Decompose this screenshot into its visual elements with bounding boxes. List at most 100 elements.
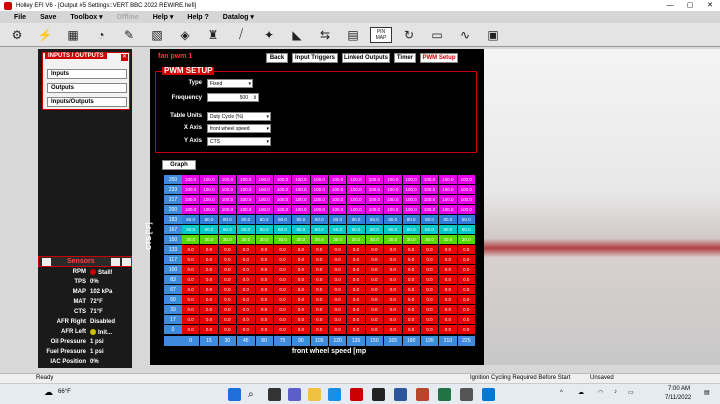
table-cell[interactable]: 60.0: [310, 225, 329, 235]
lamp-icon[interactable]: ✦: [258, 25, 280, 45]
table-cell[interactable]: 100.0: [310, 175, 329, 185]
table-cell[interactable]: 0.0: [218, 295, 238, 305]
table-cell[interactable]: 100.0: [329, 195, 348, 205]
table-cell[interactable]: 0.0: [310, 295, 329, 305]
table-cell[interactable]: 0.0: [310, 285, 329, 295]
table-cell[interactable]: 100.0: [218, 175, 238, 185]
table-cell[interactable]: 30.0: [200, 235, 219, 245]
table-cell[interactable]: 0.0: [292, 305, 311, 315]
table-cell[interactable]: 0.0: [255, 275, 274, 285]
table-cell[interactable]: 0.0: [402, 255, 421, 265]
wrench-icon[interactable]: ✎: [118, 25, 140, 45]
table-cell[interactable]: 100.0: [347, 205, 366, 215]
table-cell[interactable]: 0.0: [182, 275, 201, 285]
table-cell[interactable]: 80.0: [365, 215, 385, 225]
table-cell[interactable]: 0.0: [402, 295, 421, 305]
table-cell[interactable]: 0.0: [200, 305, 219, 315]
pin-map-icon[interactable]: PIN MAP: [370, 26, 392, 43]
word-icon[interactable]: [394, 388, 407, 401]
table-cell[interactable]: 100.0: [420, 205, 440, 215]
table-cell[interactable]: 80.0: [402, 215, 421, 225]
table-cell[interactable]: 0.0: [255, 315, 274, 325]
table-cell[interactable]: 0.0: [310, 305, 329, 315]
table-cell[interactable]: 100.0: [402, 175, 421, 185]
table-cell[interactable]: 0.0: [457, 295, 476, 305]
table-cell[interactable]: 0.0: [255, 265, 274, 275]
table-cell[interactable]: 0.0: [237, 245, 256, 255]
table-cell[interactable]: 100.0: [384, 195, 403, 205]
table-cell[interactable]: 80.0: [237, 215, 256, 225]
table-cell[interactable]: 100.0: [182, 205, 201, 215]
table-cell[interactable]: 100.0: [402, 195, 421, 205]
table-cell[interactable]: 80.0: [255, 215, 274, 225]
minimize-button[interactable]: —: [660, 0, 680, 11]
table-cell[interactable]: 100.0: [457, 205, 476, 215]
table-cell[interactable]: 0.0: [182, 295, 201, 305]
table-cell[interactable]: 100.0: [200, 185, 219, 195]
tab-pwm-setup[interactable]: PWM Setup: [420, 53, 458, 63]
table-cell[interactable]: 0.0: [402, 265, 421, 275]
table-cell[interactable]: 0.0: [237, 295, 256, 305]
table-cell[interactable]: 100.0: [439, 205, 458, 215]
table-cell[interactable]: 80.0: [384, 215, 403, 225]
table-cell[interactable]: 100.0: [420, 175, 440, 185]
table-cell[interactable]: 100.0: [457, 175, 476, 185]
table-cell[interactable]: 0.0: [310, 265, 329, 275]
refresh-icon[interactable]: ↻: [398, 25, 420, 45]
table-cell[interactable]: 100.0: [329, 205, 348, 215]
table-cell[interactable]: 0.0: [457, 275, 476, 285]
table-cell[interactable]: 0.0: [310, 325, 329, 335]
pwm-table[interactable]: 100.0 100.0 100.0 100.0 100.0 100.0 100.0 100.0…: [182, 175, 476, 335]
table-cell[interactable]: 100.0: [329, 185, 348, 195]
table-cell[interactable]: 30.0: [255, 235, 274, 245]
table-cell[interactable]: 100.0: [310, 185, 329, 195]
table-cell[interactable]: 0.0: [420, 265, 440, 275]
mail-icon[interactable]: [482, 388, 495, 401]
calculator-icon[interactable]: ▦: [62, 25, 84, 45]
table-cell[interactable]: 80.0: [439, 215, 458, 225]
table-cell[interactable]: 0.0: [420, 245, 440, 255]
table-cell[interactable]: 80.0: [457, 215, 476, 225]
table-cell[interactable]: 0.0: [329, 255, 348, 265]
table-cell[interactable]: 0.0: [182, 255, 201, 265]
table-cell[interactable]: 0.0: [273, 285, 293, 295]
table-cell[interactable]: 30.0: [347, 235, 366, 245]
table-cell[interactable]: 0.0: [255, 305, 274, 315]
table-cell[interactable]: 0.0: [273, 305, 293, 315]
table-cell[interactable]: 30.0: [420, 235, 440, 245]
table-cell[interactable]: 0.0: [439, 305, 458, 315]
table-cell[interactable]: 0.0: [292, 325, 311, 335]
table-cell[interactable]: 100.0: [200, 175, 219, 185]
table-cell[interactable]: 0.0: [329, 285, 348, 295]
sensor-settings-icon[interactable]: [42, 258, 51, 266]
x-axis-select[interactable]: front wheel speed ▾: [207, 124, 271, 133]
table-cell[interactable]: 100.0: [200, 195, 219, 205]
table-cell[interactable]: 100.0: [237, 175, 256, 185]
table-cell[interactable]: 60.0: [384, 225, 403, 235]
table-cell[interactable]: 100.0: [182, 195, 201, 205]
table-cell[interactable]: 100.0: [365, 175, 385, 185]
table-cell[interactable]: 0.0: [255, 255, 274, 265]
table-cell[interactable]: 0.0: [292, 285, 311, 295]
menu-item-5[interactable]: Help ?: [187, 14, 208, 21]
table-cell[interactable]: 0.0: [200, 275, 219, 285]
table-cell[interactable]: 0.0: [420, 275, 440, 285]
table-cell[interactable]: 0.0: [218, 265, 238, 275]
menu-item-2[interactable]: Toolbox ▾: [70, 13, 102, 21]
engine-icon[interactable]: ⚙: [6, 25, 28, 45]
table-cell[interactable]: 0.0: [237, 325, 256, 335]
table-cell[interactable]: 0.0: [384, 305, 403, 315]
table-cell[interactable]: 0.0: [365, 245, 385, 255]
table-cell[interactable]: 0.0: [218, 255, 238, 265]
volume-icon[interactable]: ♪: [614, 389, 617, 395]
table-cell[interactable]: 0.0: [347, 275, 366, 285]
table-cell[interactable]: 0.0: [365, 295, 385, 305]
table-cell[interactable]: 0.0: [255, 295, 274, 305]
injector-icon[interactable]: ♜: [202, 25, 224, 45]
table-cell[interactable]: 0.0: [402, 275, 421, 285]
table-cell[interactable]: 60.0: [273, 225, 293, 235]
excel-icon[interactable]: [438, 388, 451, 401]
table-cell[interactable]: 80.0: [292, 215, 311, 225]
table-cell[interactable]: 0.0: [420, 295, 440, 305]
table-cell[interactable]: 0.0: [329, 315, 348, 325]
